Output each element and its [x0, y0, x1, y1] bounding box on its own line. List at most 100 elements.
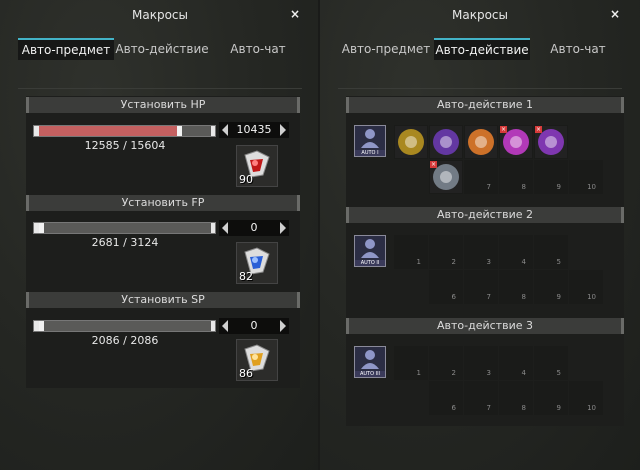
action-slot[interactable]: 6 — [429, 381, 463, 415]
decrease-arrow-icon[interactable] — [222, 320, 228, 332]
warrior-buff-skill-icon[interactable] — [395, 126, 427, 158]
action-slot[interactable]: 6 — [429, 270, 463, 304]
action-slot[interactable]: 5 — [534, 346, 568, 380]
slot-number: 7 — [486, 404, 491, 412]
tab-divider — [338, 88, 622, 89]
slider-right-cap — [211, 223, 215, 233]
hp-stat: 12585 / 15604 — [84, 139, 166, 152]
slider-fill — [34, 126, 177, 136]
window-title: Макросы — [132, 8, 188, 22]
purple-vortex-skill-icon[interactable]: × — [500, 126, 532, 158]
slot-number: 8 — [521, 293, 526, 301]
auto-action-icon[interactable]: AUTO II — [354, 235, 386, 267]
slot-number: 1 — [416, 258, 421, 266]
slot-number: 7 — [486, 183, 491, 191]
action-slot[interactable]: 7 — [464, 160, 498, 194]
slot-number: 2 — [451, 369, 456, 377]
action-group-header: Авто-действие 1 — [346, 97, 624, 113]
hp-potion-slot[interactable]: 90 — [236, 145, 278, 187]
increase-arrow-icon[interactable] — [280, 320, 286, 332]
slot-number: 1 — [416, 369, 421, 377]
slot-number: 6 — [451, 293, 456, 301]
action-group-header: Авто-действие 3 — [346, 318, 624, 334]
slot-number: 9 — [556, 404, 561, 412]
increase-arrow-icon[interactable] — [280, 222, 286, 234]
action-slot[interactable]: 2 — [429, 235, 463, 269]
action-slot[interactable]: 10 — [569, 381, 603, 415]
slot-number: 9 — [556, 293, 561, 301]
sp-potion-slot[interactable]: 86 — [236, 339, 278, 381]
slot-number: 8 — [521, 183, 526, 191]
action-slot[interactable]: 4 — [499, 235, 533, 269]
action-slot[interactable]: 1 — [394, 346, 428, 380]
threshold-value[interactable]: 0 — [231, 220, 277, 236]
person-icon — [361, 350, 379, 369]
potion-count: 90 — [239, 173, 253, 186]
hp-threshold-slider[interactable] — [33, 125, 216, 137]
sp-threshold-stepper: 0 — [219, 318, 289, 334]
action-slot[interactable]: 8 — [499, 270, 533, 304]
slot-number: 3 — [486, 258, 491, 266]
fp-stat: 2681 / 3124 — [91, 236, 159, 249]
close-button[interactable]: × — [610, 7, 620, 21]
fp-threshold-slider[interactable] — [33, 222, 216, 234]
slider-right-cap — [211, 126, 215, 136]
decrease-arrow-icon[interactable] — [222, 222, 228, 234]
slider-knob[interactable] — [39, 321, 44, 331]
remove-skill-icon[interactable]: × — [430, 161, 437, 168]
tab-auto-chat[interactable]: Авто-чат — [210, 38, 306, 60]
action-slot[interactable]: 5 — [534, 235, 568, 269]
action-slot[interactable]: 9 — [534, 381, 568, 415]
close-button[interactable]: × — [290, 7, 300, 21]
action-slot[interactable]: 10 — [569, 270, 603, 304]
action-slot[interactable]: 7 — [464, 270, 498, 304]
skill-art — [430, 126, 462, 158]
skill-art — [395, 126, 427, 158]
potion-count: 86 — [239, 367, 253, 380]
sword-skill-icon[interactable]: × — [430, 161, 462, 193]
slot-number: 4 — [521, 258, 526, 266]
auto-action-icon[interactable]: AUTO III — [354, 346, 386, 378]
fire-burst-skill-icon[interactable] — [465, 126, 497, 158]
action-slot[interactable]: 8 — [499, 160, 533, 194]
action-slot[interactable]: 10 — [569, 160, 603, 194]
threshold-value[interactable]: 10435 — [231, 122, 277, 138]
threshold-value[interactable]: 0 — [231, 318, 277, 334]
auto-action-icon[interactable]: AUTO I — [354, 125, 386, 157]
section-header-sp: Установить SP — [26, 292, 300, 308]
skill-art — [465, 126, 497, 158]
action-slot[interactable]: 8 — [499, 381, 533, 415]
sp-stat: 2086 / 2086 — [91, 334, 159, 347]
remove-skill-icon[interactable]: × — [500, 126, 507, 133]
action-slot[interactable]: 2 — [429, 346, 463, 380]
action-slot[interactable]: 3 — [464, 346, 498, 380]
action-slot[interactable]: 4 — [499, 346, 533, 380]
increase-arrow-icon[interactable] — [280, 124, 286, 136]
slot-number: 10 — [587, 293, 596, 301]
slot-number: 9 — [556, 183, 561, 191]
section-header-fp: Установить FP — [26, 195, 300, 211]
tab-auto-action[interactable]: Авто-действие — [114, 38, 210, 60]
person-icon — [361, 129, 379, 148]
tab-auto-item[interactable]: Авто-предмет — [338, 38, 434, 60]
tab-auto-chat[interactable]: Авто-чат — [530, 38, 626, 60]
action-slot[interactable]: 3 — [464, 235, 498, 269]
action-slot[interactable]: 9 — [534, 270, 568, 304]
window-title: Макросы — [452, 8, 508, 22]
action-slot[interactable]: 9 — [534, 160, 568, 194]
fist-skill-icon[interactable] — [430, 126, 462, 158]
tab-auto-action[interactable]: Авто-действие — [434, 38, 530, 60]
slider-knob[interactable] — [177, 126, 182, 136]
tab-auto-item[interactable]: Авто-предмет — [18, 38, 114, 60]
remove-skill-icon[interactable]: × — [535, 126, 542, 133]
sp-threshold-slider[interactable] — [33, 320, 216, 332]
decrease-arrow-icon[interactable] — [222, 124, 228, 136]
fp-potion-slot[interactable]: 82 — [236, 242, 278, 284]
action-slot[interactable]: 7 — [464, 381, 498, 415]
action-slot[interactable]: 1 — [394, 235, 428, 269]
slot-number: 6 — [451, 404, 456, 412]
slider-knob[interactable] — [39, 223, 44, 233]
target-ring-skill-icon[interactable]: × — [535, 126, 567, 158]
slot-number: 2 — [451, 258, 456, 266]
fp-threshold-stepper: 0 — [219, 220, 289, 236]
